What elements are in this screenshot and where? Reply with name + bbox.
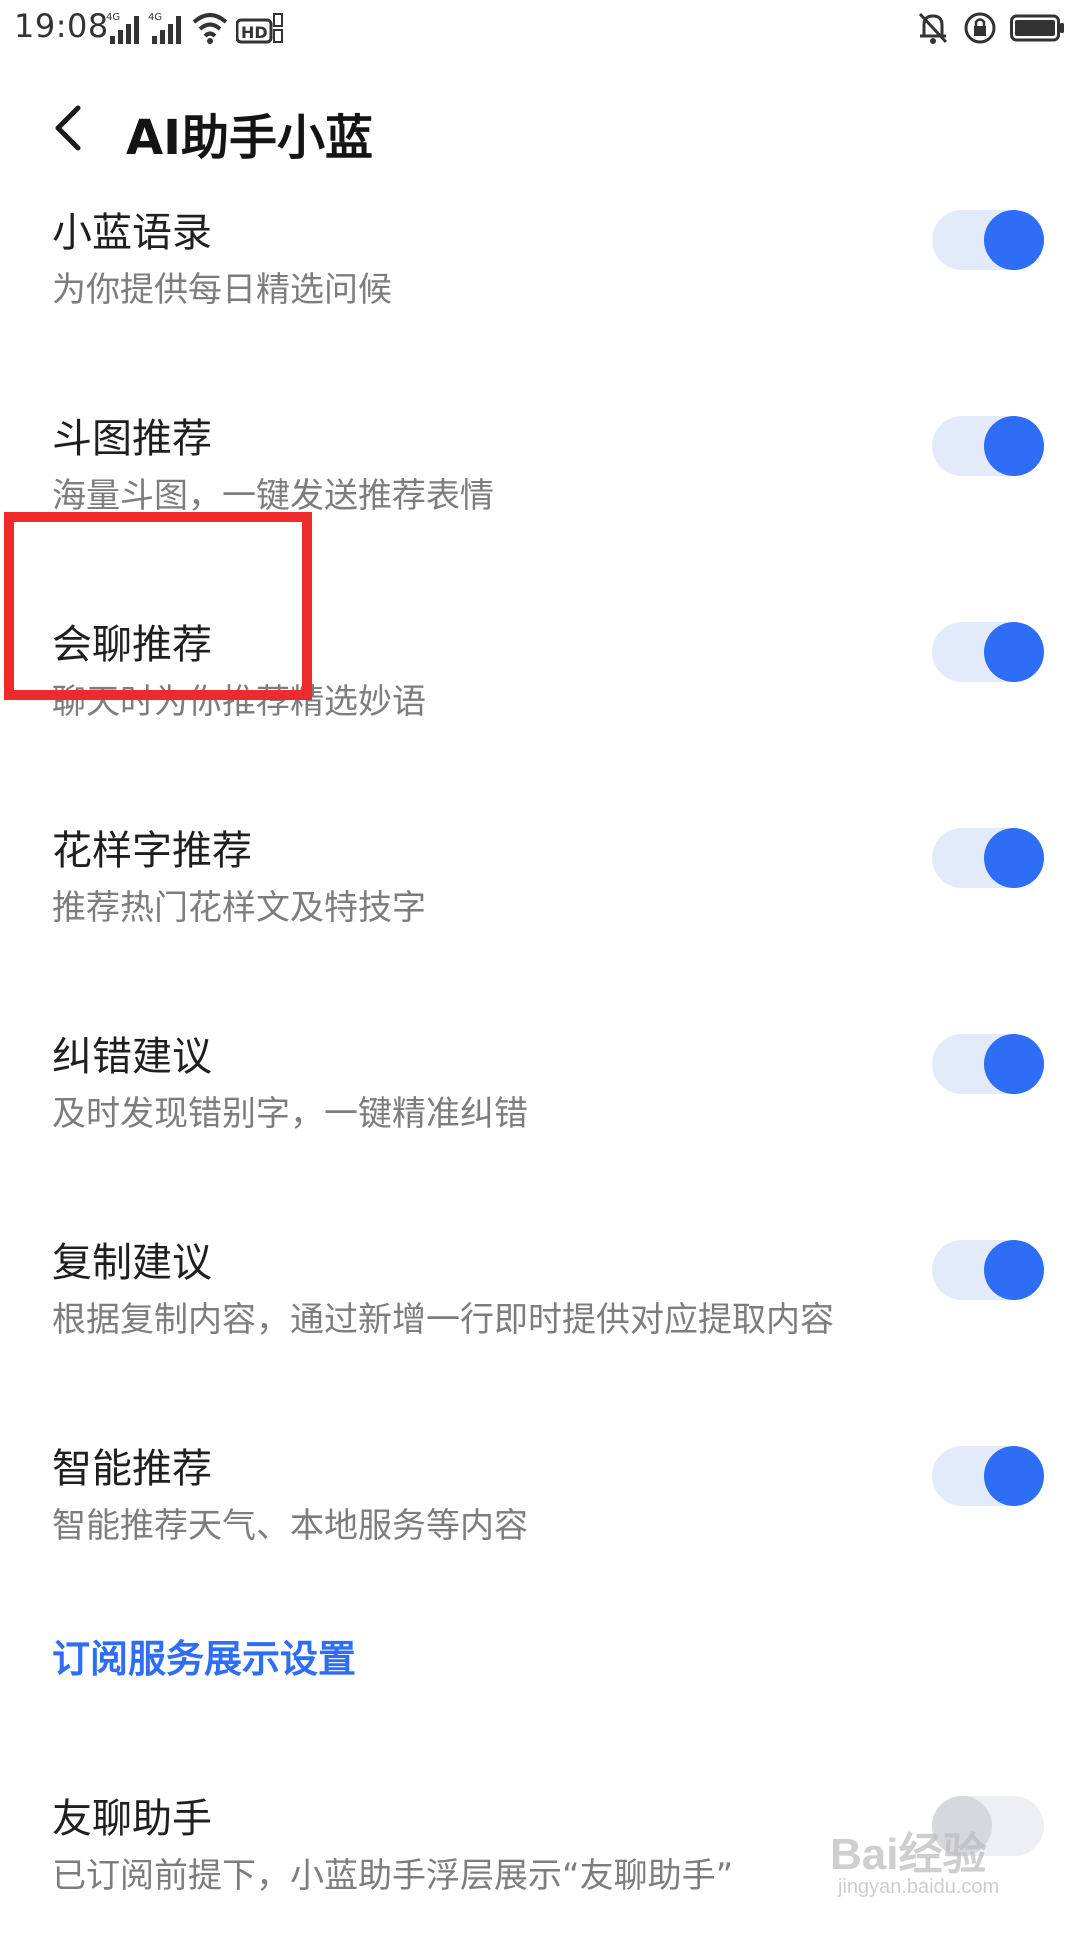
- toggle-switch[interactable]: [932, 416, 1044, 476]
- toggle-switch[interactable]: [932, 1034, 1044, 1094]
- toggle-knob: [984, 828, 1044, 888]
- battery-icon: [1010, 14, 1064, 42]
- setting-desc: 推荐热门花样文及特技字: [52, 888, 426, 928]
- setting-desc: 为你提供每日精选问候: [52, 270, 392, 310]
- setting-title: 友聊助手: [52, 1796, 212, 1842]
- toggle-knob: [984, 210, 1044, 270]
- setting-row-sticker: 斗图推荐 海量斗图，一键发送推荐表情: [0, 406, 1080, 556]
- setting-desc: 已订阅前提下，小蓝助手浮层展示“友聊助手”: [52, 1856, 734, 1896]
- toggle-knob: [984, 1034, 1044, 1094]
- setting-row-fancy-text: 花样字推荐 推荐热门花样文及特技字: [0, 818, 1080, 968]
- setting-desc: 及时发现错别字，一键精准纠错: [52, 1094, 528, 1134]
- setting-desc: 聊天时为你推荐精选妙语: [52, 682, 426, 722]
- page-title: AI助手小蓝: [126, 110, 374, 166]
- rotation-lock-icon: [964, 12, 996, 44]
- toggle-knob: [984, 1446, 1044, 1506]
- toggle-switch[interactable]: [932, 828, 1044, 888]
- status-time: 19:08: [14, 7, 109, 45]
- setting-row-chat: 会聊推荐 聊天时为你推荐精选妙语: [0, 612, 1080, 762]
- watermark: Bai经验 jingyan.baidu.com: [830, 1818, 1060, 1910]
- setting-title: 智能推荐: [52, 1446, 212, 1492]
- mute-icon: [918, 12, 948, 44]
- hd-icon: HD: [236, 13, 283, 44]
- hd-label: HD: [241, 23, 268, 42]
- setting-title: 小蓝语录: [52, 210, 212, 256]
- setting-title: 斗图推荐: [52, 416, 212, 462]
- setting-row-smart: 智能推荐 智能推荐天气、本地服务等内容: [0, 1436, 1080, 1586]
- setting-title: 会聊推荐: [52, 622, 212, 668]
- setting-row-copy: 复制建议 根据复制内容，通过新增一行即时提供对应提取内容: [0, 1230, 1080, 1380]
- setting-desc: 海量斗图，一键发送推荐表情: [52, 476, 494, 516]
- setting-title: 复制建议: [52, 1240, 212, 1286]
- toggle-switch[interactable]: [932, 1240, 1044, 1300]
- status-bar: 19:08 4G 4G HD: [0, 0, 1080, 58]
- back-button[interactable]: [40, 100, 96, 156]
- setting-desc: 根据复制内容，通过新增一行即时提供对应提取内容: [52, 1300, 834, 1340]
- header: AI助手小蓝: [0, 80, 1080, 180]
- toggle-switch[interactable]: [932, 1446, 1044, 1506]
- toggle-knob: [984, 416, 1044, 476]
- chevron-left-icon: [55, 105, 81, 151]
- network-label-1: 4G: [106, 12, 120, 23]
- status-left-icons: 4G 4G HD: [106, 6, 284, 50]
- toggle-knob: [984, 1240, 1044, 1300]
- toggle-switch[interactable]: [932, 622, 1044, 682]
- wifi-icon: [192, 13, 228, 44]
- toggle-knob: [984, 622, 1044, 682]
- signal-icon: 4G: [106, 12, 139, 44]
- subscription-settings-link[interactable]: 订阅服务展示设置: [52, 1628, 356, 1683]
- toggle-switch[interactable]: [932, 210, 1044, 270]
- signal-icon: 4G: [148, 12, 181, 44]
- setting-desc: 智能推荐天气、本地服务等内容: [52, 1506, 528, 1546]
- watermark-main: Bai经验: [830, 1830, 987, 1879]
- setting-title: 花样字推荐: [52, 828, 252, 874]
- watermark-sub: jingyan.baidu.com: [838, 1876, 1000, 1898]
- setting-title: 纠错建议: [52, 1034, 212, 1080]
- status-right-icons: [916, 6, 1066, 50]
- setting-row-correction: 纠错建议 及时发现错别字，一键精准纠错: [0, 1024, 1080, 1174]
- network-label-2: 4G: [148, 12, 162, 23]
- setting-row-quotes: 小蓝语录 为你提供每日精选问候: [0, 200, 1080, 350]
